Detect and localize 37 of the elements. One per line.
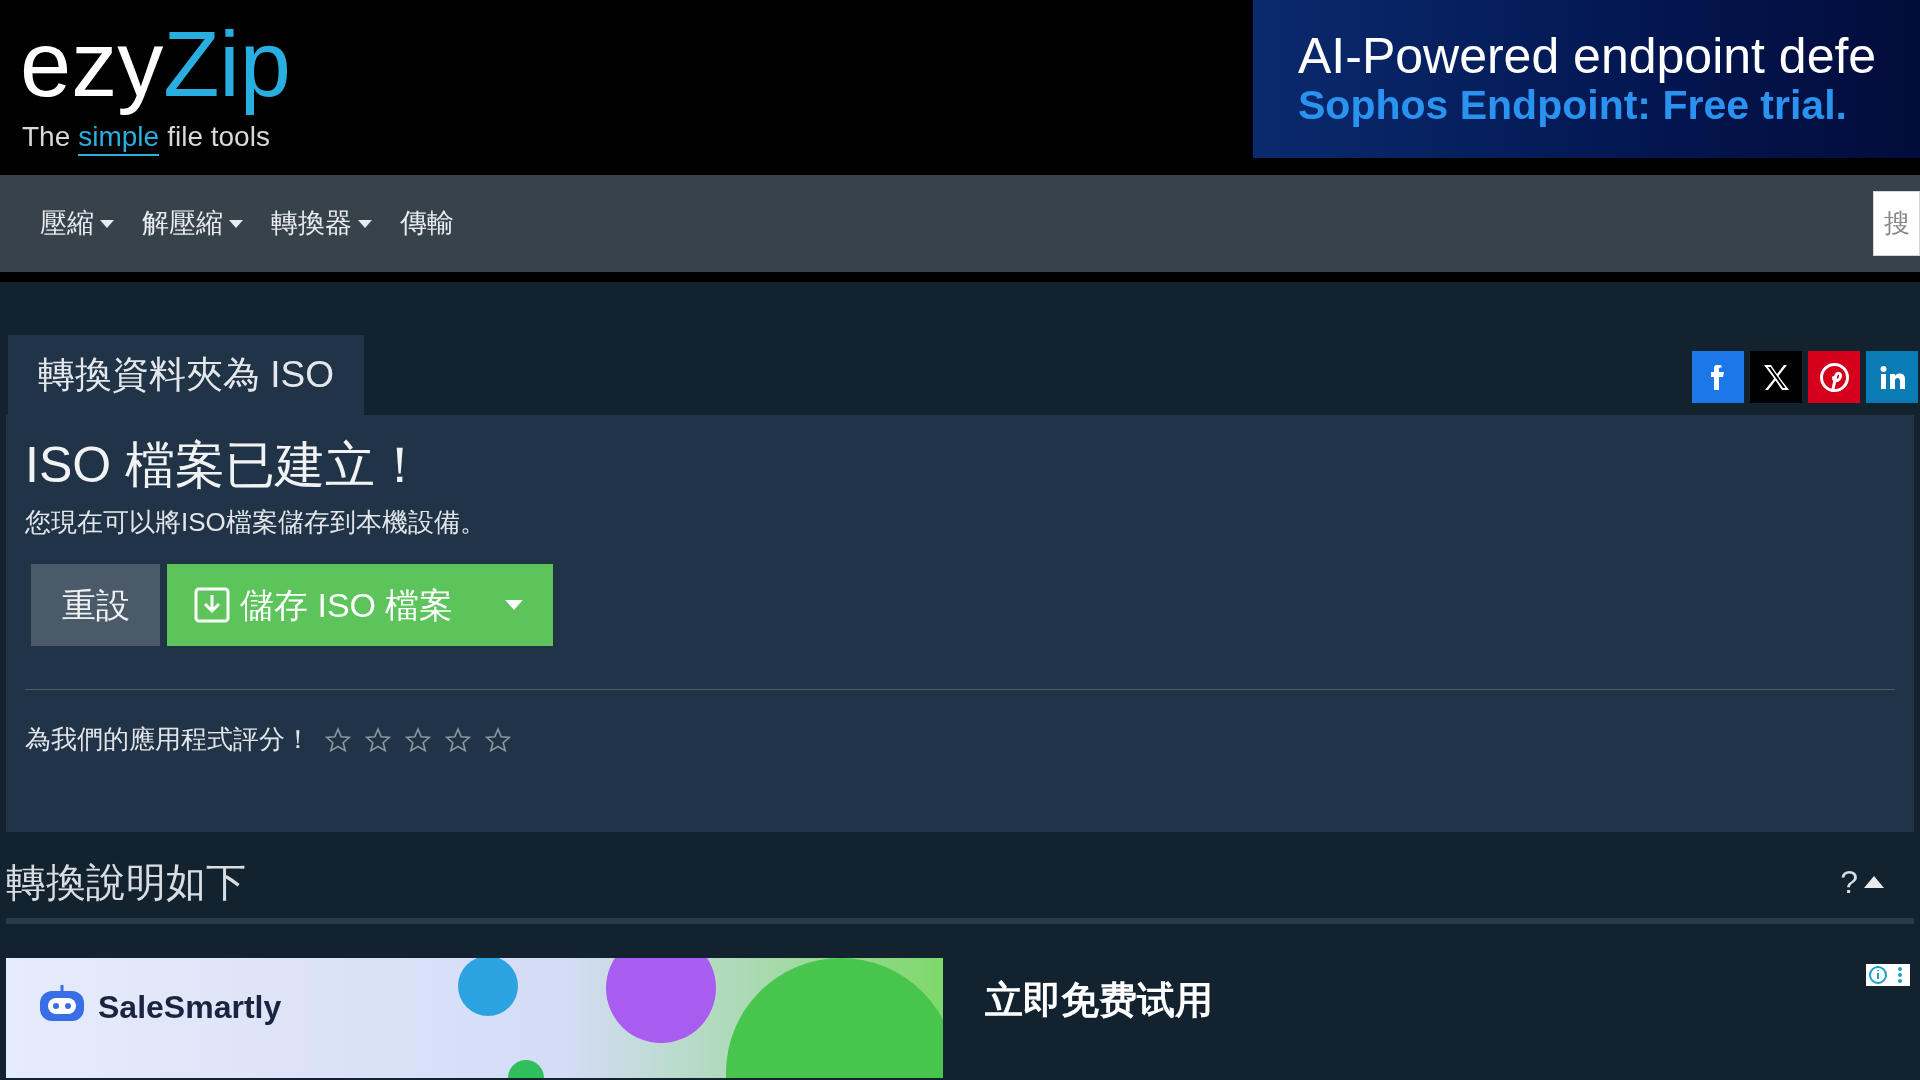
tagline: The simple file tools [20,120,291,156]
rating-prompt: 為我們的應用程式評分！ [25,723,311,756]
collapse-icon[interactable] [1864,876,1884,888]
section-title: 轉換說明如下 [6,859,246,906]
ad-banner[interactable]: AI-Powered endpoint defe Sophos Endpoint: Free trial. [1253,0,1920,158]
ad-brand: SaleSmartly [98,988,282,1027]
ad-info-icon[interactable] [1866,964,1910,986]
help-link[interactable]: ? [1840,858,1858,906]
reset-button[interactable]: 重設 [31,564,160,646]
x-logo-share-button[interactable] [1750,351,1802,403]
linkedin-icon [1879,365,1905,389]
ad-headline: 立即免费试用 [985,978,1213,1023]
linkedin-share-button[interactable] [1866,351,1918,403]
nav-menu-item[interactable]: 轉換器 [271,203,372,244]
page-tab[interactable]: 轉換資料夾為 ISO [8,335,365,415]
ad-subline: Sophos Endpoint: Free trial. [1298,82,1848,128]
nav-menu-item[interactable]: 傳輸 [400,203,454,244]
nav-menu-item[interactable]: 壓縮 [40,203,114,244]
result-title: ISO 檔案已建立！ [25,436,427,495]
search-field[interactable]: 搜 [1873,191,1920,256]
pinterest-share-button[interactable] [1808,351,1860,403]
star-icon[interactable] [485,726,511,753]
facebook-share-button[interactable] [1692,351,1744,403]
x-logo-icon [1763,364,1789,390]
nav-menu-item[interactable]: 解壓縮 [142,203,243,244]
ad-headline: AI-Powered endpoint defe [1298,30,1878,82]
facebook-icon [1710,364,1726,390]
logo[interactable]: ezyZip [20,8,291,120]
ad-image[interactable]: SaleSmartly [6,958,943,1078]
star-icon[interactable] [365,726,391,753]
star-icon[interactable] [445,726,471,753]
result-message: 您現在可以將ISO檔案儲存到本機設備。 [25,506,487,539]
download-icon [194,587,230,623]
star-icon[interactable] [325,726,351,753]
caret-icon [505,600,523,610]
star-icon[interactable] [405,726,431,753]
pinterest-icon [1819,362,1849,392]
